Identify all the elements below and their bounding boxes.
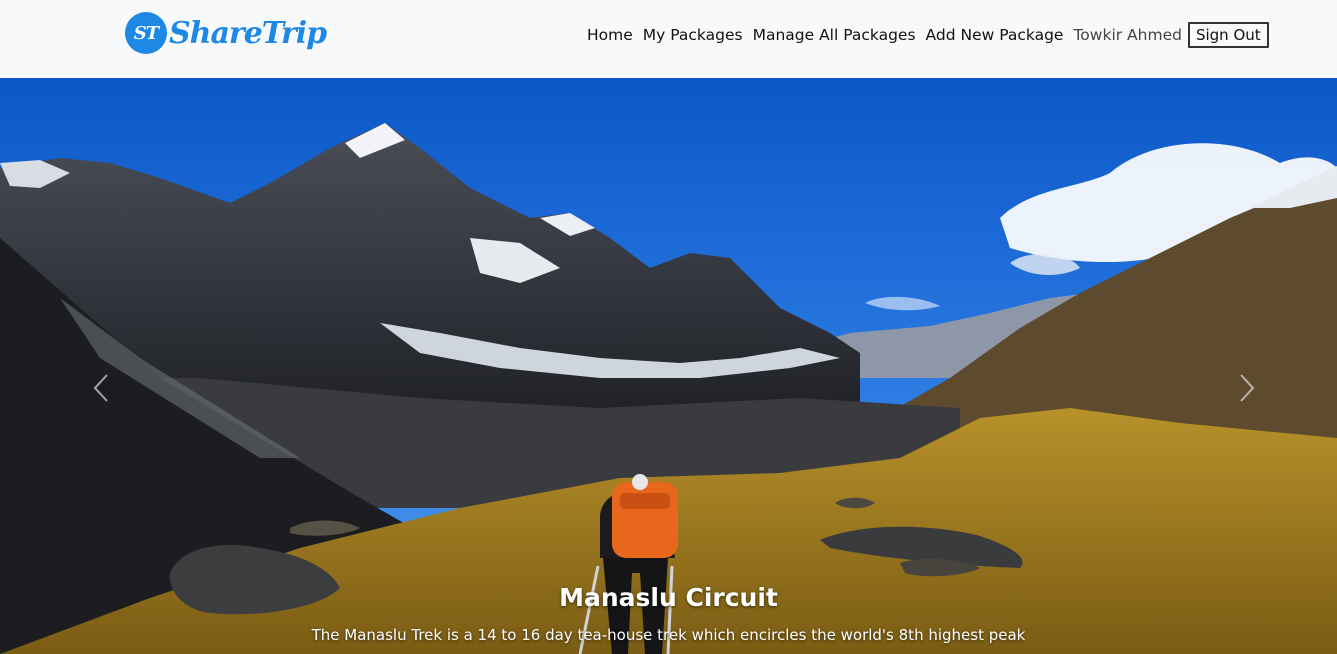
chevron-right-icon: [1240, 374, 1255, 402]
brand-logo-icon: ST: [125, 12, 167, 54]
user-name: Towkir Ahmed: [1073, 26, 1182, 44]
carousel-next-button[interactable]: [1232, 368, 1262, 408]
carousel-caption-text: The Manaslu Trek is a 14 to 16 day tea-h…: [311, 626, 1026, 644]
main-nav: Home My Packages Manage All Packages Add…: [587, 20, 1269, 50]
hero-carousel: Manaslu Circuit The Manaslu Trek is a 14…: [0, 78, 1337, 654]
navbar: ST ShareTrip Home My Packages Manage All…: [0, 0, 1337, 78]
nav-manage-all-packages[interactable]: Manage All Packages: [753, 26, 916, 44]
brand-name: ShareTrip: [169, 15, 327, 51]
nav-my-packages[interactable]: My Packages: [643, 26, 743, 44]
nav-add-new-package[interactable]: Add New Package: [926, 26, 1064, 44]
carousel-prev-button[interactable]: [86, 368, 116, 408]
brand-link[interactable]: ST ShareTrip: [125, 12, 327, 54]
nav-home[interactable]: Home: [587, 26, 633, 44]
carousel-caption-title: Manaslu Circuit: [559, 583, 778, 612]
sign-out-button[interactable]: Sign Out: [1187, 22, 1269, 48]
chevron-left-icon: [93, 374, 108, 402]
hero-mountain-image: [0, 78, 1337, 654]
